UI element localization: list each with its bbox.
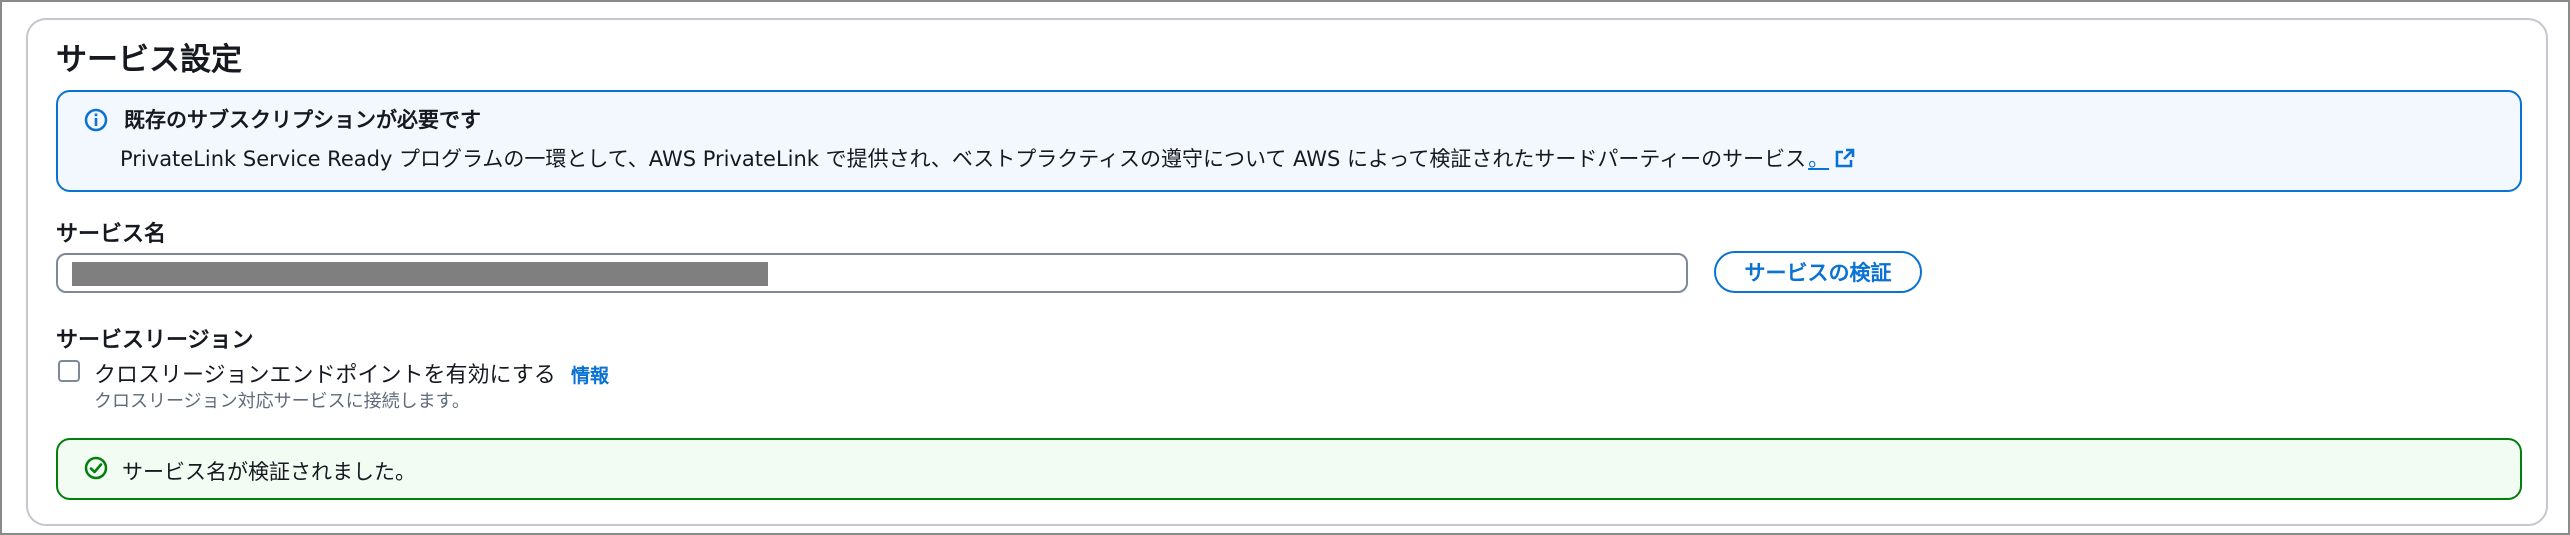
external-link-icon[interactable] (1835, 148, 1855, 168)
alert-title: 既存のサブスクリプションが必要です (124, 108, 481, 132)
section-title: サービス設定 (56, 42, 242, 78)
service-name-label: サービス名 (56, 222, 167, 247)
service-name-input[interactable] (56, 253, 1688, 293)
verify-service-button[interactable]: サービスの検証 (1714, 251, 1922, 293)
cross-region-checkbox[interactable] (58, 360, 80, 382)
check-circle-icon (84, 456, 108, 480)
subscription-info-alert: 既存のサブスクリプションが必要です PrivateLink Service Re… (56, 90, 2522, 192)
info-link[interactable]: 情報 (571, 361, 609, 388)
service-region-label: サービスリージョン (56, 328, 254, 353)
success-message: サービス名が検証されました。 (122, 460, 416, 484)
cross-region-description: クロスリージョン対応サービスに接続します。 (94, 391, 470, 412)
cross-region-checkbox-label[interactable]: クロスリージョンエンドポイントを有効にする (94, 357, 556, 389)
alert-body-text: PrivateLink Service Ready プログラムの一環として、AW… (120, 147, 1807, 171)
info-icon (84, 108, 108, 132)
alert-body: PrivateLink Service Ready プログラムの一環として、AW… (120, 143, 1855, 173)
redacted-value (72, 262, 768, 286)
external-link[interactable]: 。 (1808, 147, 1829, 171)
verification-success-alert: サービス名が検証されました。 (56, 438, 2522, 500)
